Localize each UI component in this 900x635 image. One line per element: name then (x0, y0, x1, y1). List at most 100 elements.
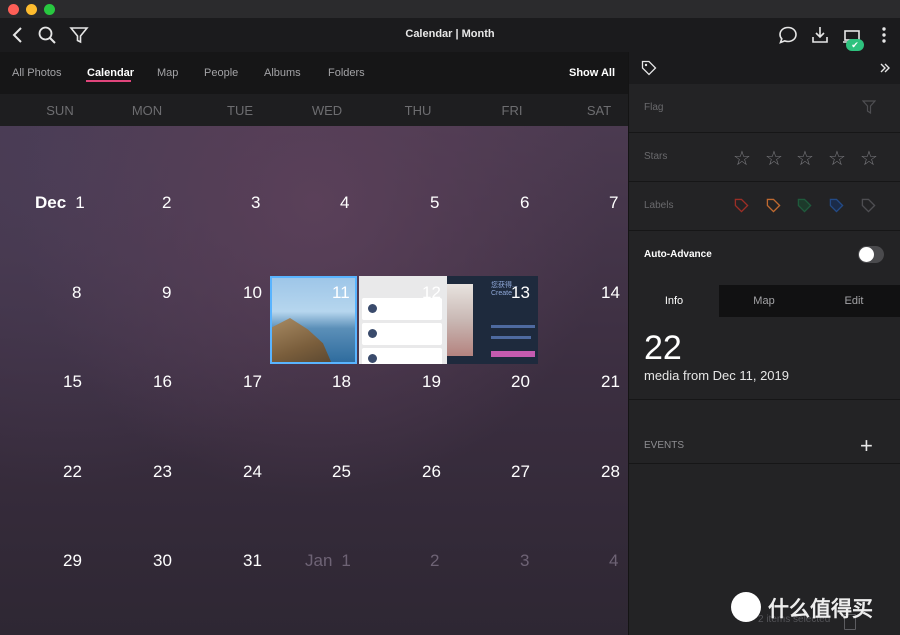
tag-icon[interactable] (641, 60, 657, 76)
day-cell[interactable]: 30 (153, 551, 172, 571)
day-cell[interactable]: 9 (162, 283, 171, 303)
watermark-logo (731, 592, 761, 622)
view-nav-bar: All Photos Calendar Map People Albums Fo… (0, 52, 628, 94)
nav-albums[interactable]: Albums (264, 67, 301, 79)
divider (629, 399, 900, 400)
minimize-window-button[interactable] (26, 4, 37, 15)
day-cell[interactable]: 22 (63, 462, 82, 482)
list-item-icon (368, 304, 377, 313)
add-event-icon[interactable]: + (860, 433, 873, 459)
calendar-month-grid: 您获得... Create Dec 1 2 3 4 5 6 7 8 9 10 11… (0, 126, 628, 635)
day-jan-1[interactable]: Jan 1 (305, 551, 351, 571)
star-4-icon[interactable]: ☆ (828, 146, 846, 171)
day-cell-next-month[interactable]: 2 (430, 551, 439, 571)
show-all-button[interactable]: Show All (569, 67, 615, 79)
day-dec-1[interactable]: Dec 1 (35, 193, 85, 213)
day-cell[interactable]: 3 (251, 193, 260, 213)
inspector-tabs: Info Map Edit (629, 285, 900, 317)
nav-folders[interactable]: Folders (328, 67, 365, 79)
day-cell[interactable]: 21 (601, 372, 620, 392)
toggle-knob (859, 247, 874, 262)
events-label: EVENTS (644, 440, 685, 451)
weekday-label: WED (311, 103, 343, 118)
day-cell[interactable]: 25 (332, 462, 351, 482)
tab-info[interactable]: Info (629, 285, 719, 317)
weekday-label: SUN (46, 103, 74, 118)
promo-text-line (491, 336, 531, 339)
auto-advance-toggle[interactable] (858, 246, 884, 263)
stars-label: Stars (644, 151, 668, 162)
media-description: media from Dec 11, 2019 (644, 368, 789, 383)
close-window-button[interactable] (8, 4, 19, 15)
weekday-label: TUE (227, 103, 253, 118)
label-blue-icon[interactable] (829, 198, 844, 213)
day-cell[interactable]: 19 (422, 372, 441, 392)
day-cell[interactable]: 2 (162, 193, 171, 213)
day-cell-selected[interactable]: 11 (332, 283, 350, 303)
labels-label: Labels (644, 200, 674, 211)
day-cell[interactable]: 12 (422, 283, 441, 303)
more-options-icon[interactable] (874, 25, 894, 45)
label-gray-icon[interactable] (861, 198, 876, 213)
day-cell[interactable]: 31 (243, 551, 262, 571)
day-cell[interactable]: 24 (243, 462, 262, 482)
day-cell[interactable]: 17 (243, 372, 262, 392)
list-item-icon (368, 329, 377, 338)
collapse-panel-icon[interactable] (879, 62, 891, 74)
day-cell[interactable]: 7 (609, 193, 618, 213)
import-icon[interactable] (810, 25, 830, 45)
tab-edit[interactable]: Edit (809, 285, 899, 317)
comment-icon[interactable] (778, 25, 798, 45)
day-cell[interactable]: 20 (511, 372, 530, 392)
weekday-label: THU (404, 103, 432, 118)
day-cell[interactable]: 27 (511, 462, 530, 482)
label-green-icon[interactable] (797, 198, 812, 213)
day-cell[interactable]: 6 (520, 193, 529, 213)
day-cell[interactable]: 18 (332, 372, 351, 392)
list-item (362, 323, 442, 345)
day-cell[interactable]: 26 (422, 462, 441, 482)
day-cell-next-month[interactable]: 3 (520, 551, 529, 571)
day-cell[interactable]: 14 (601, 283, 620, 303)
star-3-icon[interactable]: ☆ (796, 146, 814, 171)
day-cell[interactable]: 28 (601, 462, 620, 482)
day-cell-next-month[interactable]: 4 (609, 551, 618, 571)
nav-calendar[interactable]: Calendar (87, 67, 134, 79)
star-1-icon[interactable]: ☆ (733, 146, 751, 171)
inspector-panel: Flag Stars ☆ ☆ ☆ ☆ ☆ Labels Auto-Advance… (628, 52, 900, 635)
star-5-icon[interactable]: ☆ (860, 146, 878, 171)
tab-map[interactable]: Map (719, 285, 809, 317)
day-cell[interactable]: 5 (430, 193, 439, 213)
nav-all-photos[interactable]: All Photos (12, 67, 62, 79)
zoom-window-button[interactable] (44, 4, 55, 15)
weekday-label: FRI (501, 103, 523, 118)
day-cell[interactable]: 23 (153, 462, 172, 482)
labels-row: Labels (629, 182, 900, 231)
day-cell[interactable]: 16 (153, 372, 172, 392)
label-red-icon[interactable] (734, 198, 749, 213)
active-nav-indicator (86, 80, 131, 82)
auto-advance-row: Auto-Advance (629, 231, 900, 279)
nav-map[interactable]: Map (157, 67, 178, 79)
star-2-icon[interactable]: ☆ (765, 146, 783, 171)
day-cell[interactable]: 4 (340, 193, 349, 213)
flag-icon[interactable] (862, 100, 876, 114)
promo-text-line (491, 325, 535, 328)
window-title: Calendar | Month (405, 28, 495, 40)
list-item-icon (368, 354, 377, 363)
flag-label: Flag (644, 102, 664, 113)
label-orange-icon[interactable] (766, 198, 781, 213)
weekday-label: MON (131, 103, 163, 118)
coastline-rock (272, 318, 332, 362)
sync-status-badge: ✔ (846, 39, 864, 51)
day-cell[interactable]: 29 (63, 551, 82, 571)
toolbar: Calendar | Month ✔ (0, 18, 900, 52)
day-number: 1 (75, 193, 85, 212)
day-cell[interactable]: 15 (63, 372, 82, 392)
day-cell[interactable]: 8 (72, 283, 81, 303)
day-cell[interactable]: 13 (511, 283, 530, 303)
month-label: Dec (35, 193, 67, 212)
weekday-label: SAT (586, 103, 612, 118)
day-cell[interactable]: 10 (243, 283, 262, 303)
nav-people[interactable]: People (204, 67, 238, 79)
